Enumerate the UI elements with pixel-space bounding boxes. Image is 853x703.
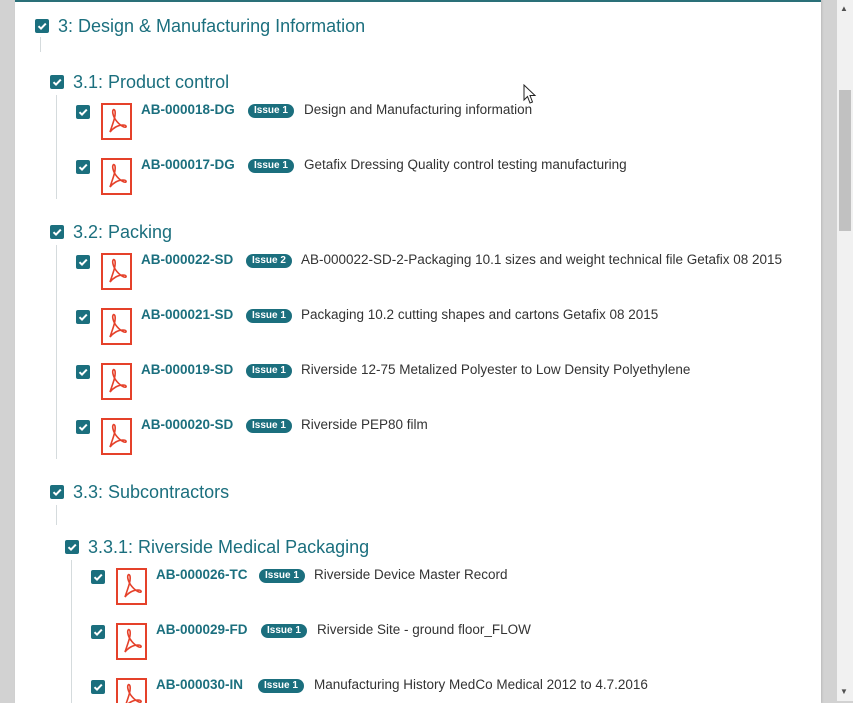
document-description: AB-000022-SD-2-Packaging 10.1 sizes and … [301, 252, 783, 267]
checkbox-checked-icon [78, 313, 88, 322]
checkbox-checked-icon [78, 258, 88, 267]
document-code-link[interactable]: AB-000019-SD [141, 361, 233, 379]
issue-badge: Issue 1 [246, 309, 292, 323]
issue-badge: Issue 1 [258, 679, 304, 693]
issue-badge: Issue 1 [261, 624, 307, 638]
section-3-2-checkbox[interactable] [50, 225, 64, 239]
checkbox-checked-icon [93, 573, 103, 582]
document-description: Riverside 12-75 Metalized Polyester to L… [301, 362, 691, 377]
issue-badge: Issue 1 [259, 569, 305, 583]
section-title[interactable]: 3.2: Packing [73, 221, 172, 243]
document-description: Design and Manufacturing information [304, 102, 533, 117]
issue-badge: Issue 1 [248, 159, 294, 173]
pdf-file-icon[interactable] [116, 623, 147, 660]
checkbox-checked-icon [52, 488, 62, 497]
checkbox-checked-icon [93, 683, 103, 692]
document-code-link[interactable]: AB-000022-SD [141, 251, 233, 269]
issue-badge: Issue 1 [246, 364, 292, 378]
scroll-down-arrow-icon[interactable]: ▼ [840, 687, 848, 697]
section-3-1-checkbox[interactable] [50, 75, 64, 89]
section-title[interactable]: 3.3.1: Riverside Medical Packaging [88, 536, 369, 558]
document-code-link[interactable]: AB-000020-SD [141, 416, 233, 434]
document-description: Getafix Dressing Quality control testing… [304, 157, 627, 172]
checkbox-checked-icon [78, 368, 88, 377]
document-tree-panel: 3: Design & Manufacturing Information 3.… [15, 0, 821, 703]
checkbox-checked-icon [52, 78, 62, 87]
checkbox-checked-icon [52, 228, 62, 237]
document-code-link[interactable]: AB-000018-DG [141, 101, 235, 119]
document-code-link[interactable]: AB-000029-FD [156, 621, 248, 639]
scrollbar-thumb[interactable] [839, 90, 851, 231]
checkbox-checked-icon [78, 108, 88, 117]
document-description: Riverside Device Master Record [314, 567, 508, 582]
issue-badge: Issue 1 [248, 104, 294, 118]
checkbox-checked-icon [37, 22, 47, 31]
pdf-file-icon[interactable] [101, 158, 132, 195]
document-description: Packaging 10.2 cutting shapes and carton… [301, 307, 659, 322]
tree-guide-line [71, 560, 72, 703]
issue-badge: Issue 2 [246, 254, 292, 268]
document-code-link[interactable]: AB-000030-IN [156, 676, 243, 694]
document-checkbox[interactable] [76, 255, 90, 269]
mouse-cursor-icon [523, 84, 537, 104]
checkbox-checked-icon [67, 543, 77, 552]
scroll-up-arrow-icon[interactable]: ▲ [840, 4, 848, 14]
document-checkbox[interactable] [76, 310, 90, 324]
document-description: Riverside Site - ground floor_FLOW [317, 622, 531, 637]
checkbox-checked-icon [93, 628, 103, 637]
issue-badge: Issue 1 [246, 419, 292, 433]
checkbox-checked-icon [78, 423, 88, 432]
pdf-file-icon[interactable] [101, 308, 132, 345]
document-checkbox[interactable] [91, 570, 105, 584]
pdf-file-icon[interactable] [116, 568, 147, 605]
section-title[interactable]: 3.3: Subcontractors [73, 481, 229, 503]
document-checkbox[interactable] [76, 160, 90, 174]
tree-guide-line [56, 95, 57, 199]
document-checkbox[interactable] [91, 680, 105, 694]
tree-guide-line [40, 37, 41, 52]
tree-guide-line [56, 245, 57, 459]
pdf-file-icon[interactable] [101, 253, 132, 290]
checkbox-checked-icon [78, 163, 88, 172]
section-3-3-checkbox[interactable] [50, 485, 64, 499]
section-title[interactable]: 3: Design & Manufacturing Information [58, 15, 365, 37]
document-checkbox[interactable] [91, 625, 105, 639]
document-description: Manufacturing History MedCo Medical 2012… [314, 677, 648, 692]
document-code-link[interactable]: AB-000017-DG [141, 156, 235, 174]
pdf-file-icon[interactable] [101, 363, 132, 400]
document-code-link[interactable]: AB-000026-TC [156, 566, 248, 584]
pdf-file-icon[interactable] [116, 678, 147, 703]
vertical-scrollbar[interactable]: ▲ ▼ [837, 0, 853, 701]
section-3-3-1-checkbox[interactable] [65, 540, 79, 554]
pdf-file-icon[interactable] [101, 418, 132, 455]
document-checkbox[interactable] [76, 420, 90, 434]
pdf-file-icon[interactable] [101, 103, 132, 140]
section-3-checkbox[interactable] [35, 19, 49, 33]
document-code-link[interactable]: AB-000021-SD [141, 306, 233, 324]
tree-guide-line [56, 505, 57, 525]
document-checkbox[interactable] [76, 105, 90, 119]
document-description: Riverside PEP80 film [301, 417, 428, 432]
document-checkbox[interactable] [76, 365, 90, 379]
section-title[interactable]: 3.1: Product control [73, 71, 229, 93]
